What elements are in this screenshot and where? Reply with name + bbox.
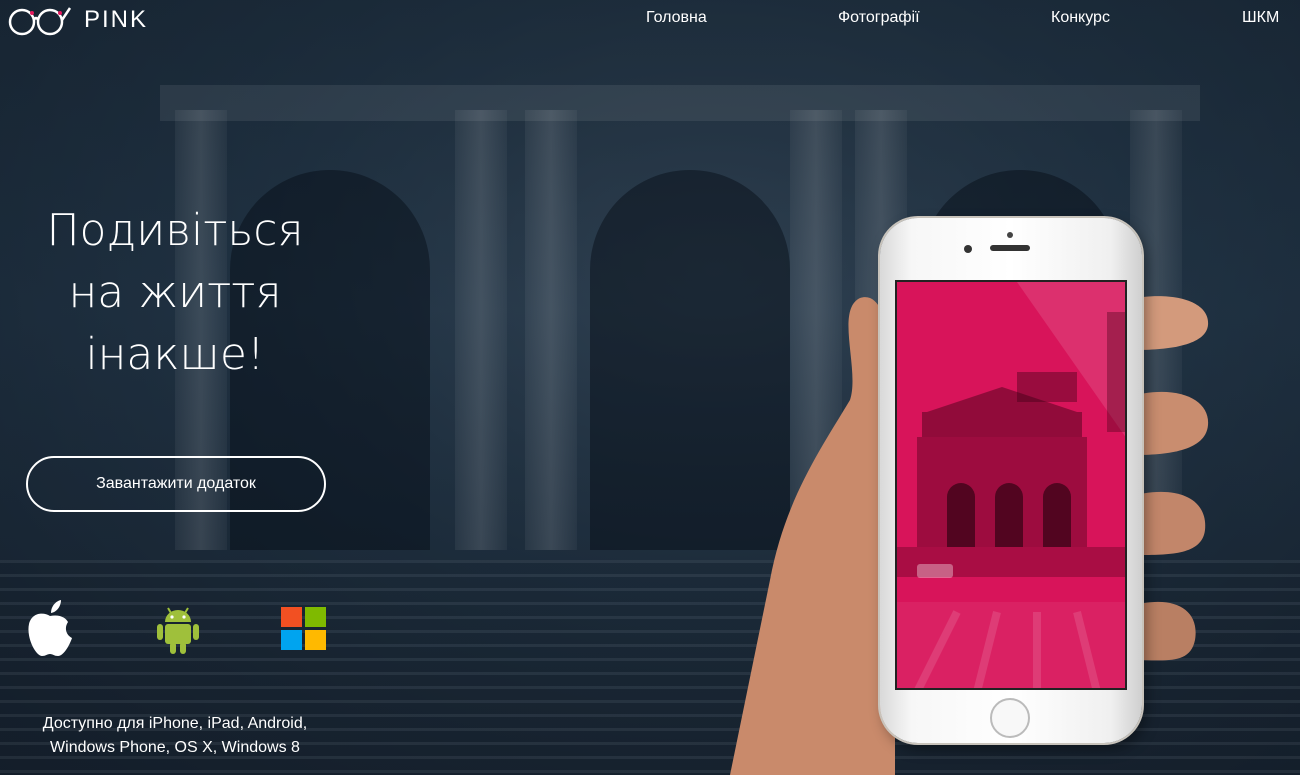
nav-item-shkm[interactable]: ШКМ xyxy=(1242,9,1279,27)
site-header: PINK Головна Фотографії Конкурс ШКМ xyxy=(0,0,1300,40)
availability-line: Доступно для iPhone, iPad, Android, xyxy=(42,715,308,732)
download-app-button[interactable]: Завантажити додаток xyxy=(26,456,326,512)
phone-screen xyxy=(895,280,1127,690)
phone-home-button xyxy=(990,698,1030,738)
library-photo-image xyxy=(897,282,1125,688)
windows-icon xyxy=(281,607,326,650)
building-column xyxy=(455,110,507,550)
windows-platform-link[interactable] xyxy=(281,607,327,651)
availability-line: Windows Phone, OS X, Windows 8 xyxy=(50,739,300,756)
android-platform-link[interactable] xyxy=(155,604,201,654)
building-column xyxy=(525,110,577,550)
hero-title-line: на життя xyxy=(68,267,282,318)
hero-title: Подивіться на життя інакше! xyxy=(30,200,320,386)
apple-platform-link[interactable] xyxy=(26,600,74,658)
apple-icon xyxy=(28,600,72,656)
building-frieze xyxy=(160,85,1200,121)
phone-speaker xyxy=(990,245,1030,251)
logo-link[interactable]: PINK xyxy=(4,2,148,38)
availability-text: Доступно для iPhone, iPad, Android, Wind… xyxy=(0,712,350,760)
hero-title-line: інакше! xyxy=(85,329,265,380)
phone-mockup xyxy=(880,218,1142,743)
android-icon xyxy=(157,607,199,654)
phone-sensor xyxy=(1007,232,1013,238)
phone-camera xyxy=(964,245,972,253)
logo-text: PINK xyxy=(84,6,149,33)
hero-title-line: Подивіться xyxy=(46,205,304,256)
glasses-logo-icon xyxy=(8,7,72,36)
nav-item-home[interactable]: Головна xyxy=(646,9,707,27)
nav-item-photos[interactable]: Фотографії xyxy=(838,9,920,27)
nav-item-contest[interactable]: Конкурс xyxy=(1051,9,1110,27)
